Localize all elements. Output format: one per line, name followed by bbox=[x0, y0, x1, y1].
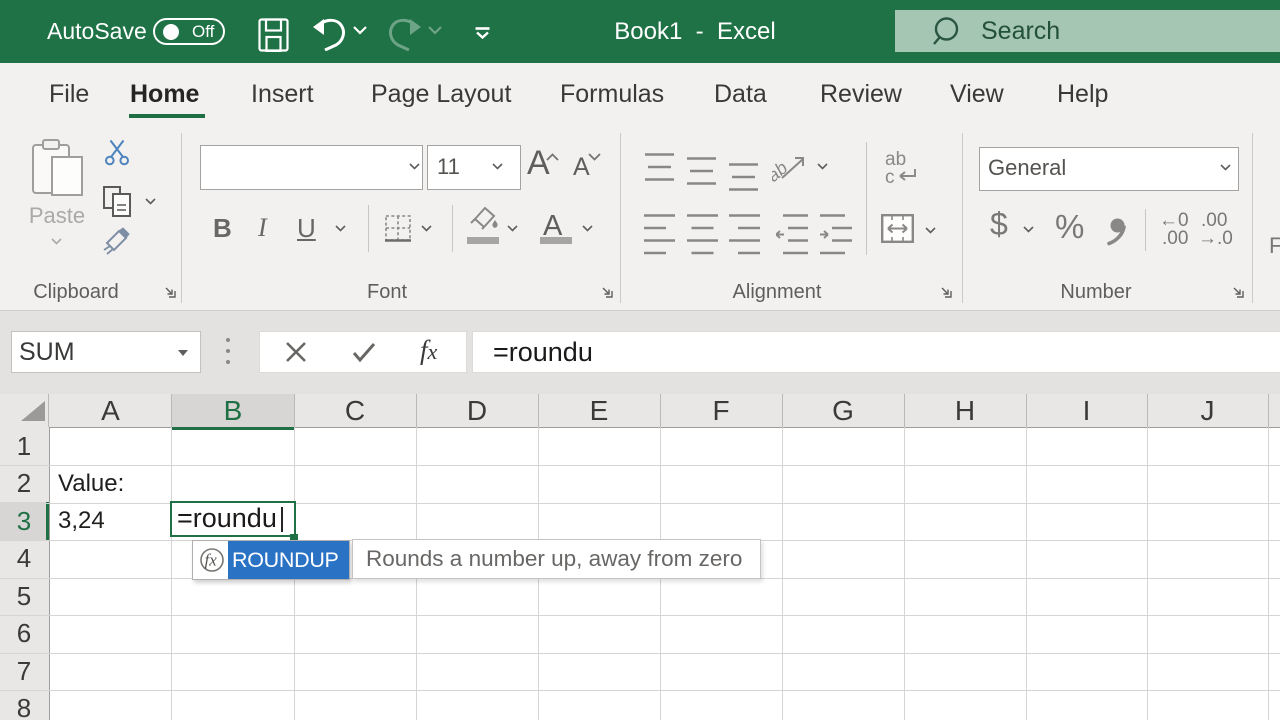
svg-text:.00: .00 bbox=[1162, 228, 1188, 249]
svg-text:→.0: →.0 bbox=[1198, 228, 1233, 249]
svg-text:ab: ab bbox=[772, 158, 791, 184]
svg-text:c: c bbox=[885, 167, 895, 186]
svg-text:fx: fx bbox=[205, 551, 218, 570]
